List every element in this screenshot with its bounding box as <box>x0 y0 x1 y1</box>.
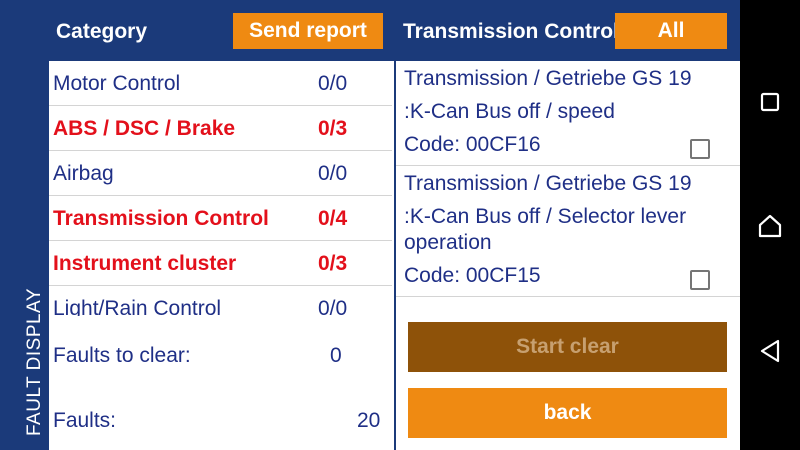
fault-code: Code: 00CF16 <box>404 133 541 156</box>
back-button[interactable]: back <box>408 388 727 438</box>
category-row-motor-control[interactable]: Motor Control 0/0 <box>49 61 392 106</box>
fault-item[interactable]: Transmission / Getriebe GS 19 :K-Can Bus… <box>396 166 740 297</box>
system-nav-bar <box>740 0 800 450</box>
recent-apps-icon[interactable] <box>740 92 800 112</box>
fault-checkbox[interactable] <box>690 139 710 159</box>
start-clear-button[interactable]: Start clear <box>408 322 727 372</box>
home-icon[interactable] <box>740 213 800 239</box>
category-count: 0/3 <box>318 252 348 275</box>
category-count: 0/4 <box>318 207 348 230</box>
category-row-instrument-cluster[interactable]: Instrument cluster 0/3 <box>49 241 392 286</box>
faults-value: 20 <box>357 409 381 432</box>
category-name: Instrument cluster <box>53 252 237 275</box>
fault-title: Transmission / Getriebe GS 19 <box>404 172 692 195</box>
faults-label: Faults: <box>53 409 117 432</box>
category-name: ABS / DSC / Brake <box>53 117 236 140</box>
fault-list-header: Transmission Control <box>403 20 619 43</box>
category-count: 0/3 <box>318 117 348 140</box>
category-count: 0/0 <box>318 162 348 185</box>
category-list[interactable]: Motor Control 0/0 ABS / DSC / Brake 0/3 … <box>49 61 392 316</box>
main-content: Category Send report Transmission Contro… <box>49 0 740 450</box>
fault-checkbox[interactable] <box>690 270 710 290</box>
category-count: 0/0 <box>318 297 348 316</box>
category-row-airbag[interactable]: Airbag 0/0 <box>49 151 392 196</box>
category-row-light-rain-control[interactable]: Light/Rain Control 0/0 <box>49 286 392 316</box>
all-button[interactable]: All <box>615 13 727 49</box>
send-report-button[interactable]: Send report <box>233 13 383 49</box>
side-title-strip: FAULT DISPLAY <box>0 0 49 450</box>
app-title: FAULT DISPLAY <box>24 288 45 436</box>
fault-description: :K-Can Bus off / speed <box>404 100 615 123</box>
category-name: Light/Rain Control <box>53 297 222 316</box>
fault-list[interactable]: Transmission / Getriebe GS 19 :K-Can Bus… <box>396 61 740 309</box>
category-name: Motor Control <box>53 72 181 95</box>
category-count: 0/0 <box>318 72 348 95</box>
fault-description: :K-Can Bus off / Selector lever operatio… <box>404 205 687 254</box>
faults-to-clear-label: Faults to clear: <box>53 344 191 367</box>
fault-item[interactable]: Transmission / Getriebe GS 19 :K-Can Bus… <box>396 61 740 166</box>
category-header: Category <box>56 20 148 43</box>
category-row-abs-dsc-brake[interactable]: ABS / DSC / Brake 0/3 <box>49 106 392 151</box>
category-name: Transmission Control <box>53 207 269 230</box>
faults-to-clear-value: 0 <box>330 344 342 367</box>
back-nav-icon[interactable] <box>740 339 800 363</box>
fault-title: Transmission / Getriebe GS 19 <box>404 67 692 90</box>
fault-code: Code: 00CF15 <box>404 264 541 287</box>
category-name: Airbag <box>53 162 114 185</box>
category-row-transmission-control[interactable]: Transmission Control 0/4 <box>49 196 392 241</box>
